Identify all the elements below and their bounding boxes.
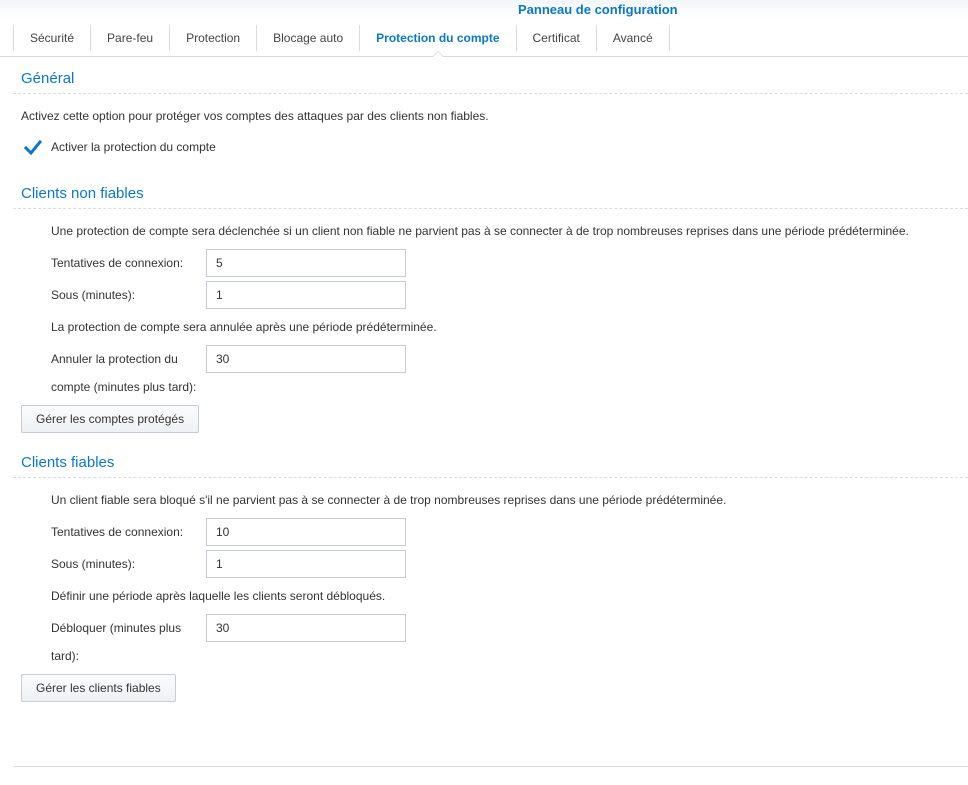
window-title: Panneau de configuration	[518, 2, 678, 17]
untrusted-attempts-input[interactable]	[206, 249, 406, 277]
tab-avance[interactable]: Avancé	[597, 25, 670, 51]
section-divider	[13, 93, 968, 94]
untrusted-within-label: Sous (minutes):	[51, 288, 136, 302]
trusted-description: Un client fiable sera bloqué s'il ne par…	[51, 493, 727, 507]
untrusted-cancel-input[interactable]	[206, 345, 406, 373]
untrusted-description: Une protection de compte sera déclenchée…	[51, 224, 909, 238]
section-divider	[13, 477, 968, 478]
trusted-within-input[interactable]	[206, 550, 406, 578]
tab-blocage-auto[interactable]: Blocage auto	[257, 25, 361, 51]
section-title-general: Général	[21, 70, 75, 87]
trusted-unblock-label-line2: tard):	[51, 649, 80, 663]
trusted-attempts-input[interactable]	[206, 518, 406, 546]
tab-certificat[interactable]: Certificat	[517, 25, 597, 51]
tab-securite[interactable]: Sécurité	[13, 25, 92, 51]
check-icon	[24, 139, 42, 156]
trusted-unblock-label-line1: Débloquer (minutes plus	[51, 621, 182, 635]
section-divider	[13, 208, 968, 209]
tab-protection-du-compte[interactable]: Protection du compte	[360, 25, 517, 51]
trusted-unblock-input[interactable]	[206, 614, 406, 642]
trusted-unblock-note: Définir une période après laquelle les c…	[51, 589, 386, 603]
manage-trusted-clients-button[interactable]: Gérer les clients fiables	[21, 674, 176, 702]
manage-protected-accounts-button[interactable]: Gérer les comptes protégés	[21, 405, 200, 433]
enable-protection-checkbox[interactable]	[24, 139, 42, 157]
enable-protection-label[interactable]: Activer la protection du compte	[51, 140, 216, 154]
tab-divider	[0, 56, 968, 57]
trusted-within-label: Sous (minutes):	[51, 557, 136, 571]
untrusted-attempts-label: Tentatives de connexion:	[51, 256, 184, 270]
untrusted-cancel-label-line2: compte (minutes plus tard):	[51, 380, 197, 394]
tab-bar: Sécurité Pare-feu Protection Blocage aut…	[13, 25, 670, 51]
tab-protection[interactable]: Protection	[170, 25, 258, 51]
section-title-trusted: Clients fiables	[21, 454, 115, 471]
untrusted-cancel-label-line1: Annuler la protection du	[51, 352, 178, 366]
footer-divider	[13, 766, 968, 767]
trusted-attempts-label: Tentatives de connexion:	[51, 525, 184, 539]
untrusted-within-input[interactable]	[206, 281, 406, 309]
active-tab-pointer	[432, 51, 444, 57]
section-title-untrusted: Clients non fiables	[21, 185, 144, 202]
untrusted-cancel-note: La protection de compte sera annulée apr…	[51, 320, 437, 334]
title-bar: Panneau de configuration	[0, 0, 968, 20]
tab-pare-feu[interactable]: Pare-feu	[91, 25, 171, 51]
general-description: Activez cette option pour protéger vos c…	[21, 109, 489, 123]
